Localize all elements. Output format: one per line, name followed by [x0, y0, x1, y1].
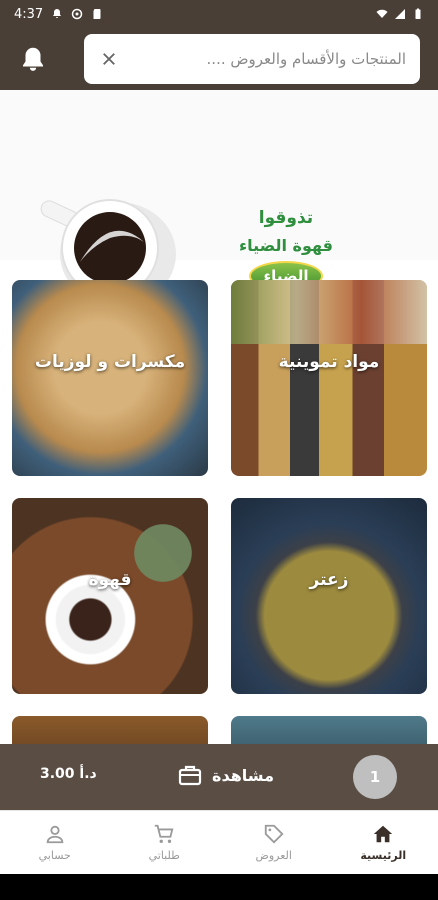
- settings-status-icon: [71, 8, 83, 20]
- category-label: مكسرات و لوزيات: [34, 352, 186, 372]
- nav-orders-label: طلباتي: [148, 849, 180, 862]
- status-time: 4:37: [14, 6, 44, 22]
- home-icon: [374, 825, 393, 843]
- cart-summary-bar[interactable]: 1 مشاهدة 3.00 د.أ: [0, 744, 438, 810]
- signal-icon: [395, 9, 405, 19]
- nav-account-label: حسابي: [38, 849, 71, 862]
- view-cart-label: مشاهدة: [212, 765, 274, 785]
- nav-offers-label: العروض: [255, 849, 292, 862]
- category-label: قهوة: [88, 570, 132, 590]
- nav-account[interactable]: حسابي: [0, 811, 110, 874]
- app-header: المنتجات والأقسام والعروض ....: [0, 28, 438, 90]
- search-bar[interactable]: المنتجات والأقسام والعروض ....: [84, 34, 420, 84]
- category-label: زعتر: [309, 570, 349, 590]
- cart-item-count: 1: [353, 755, 397, 799]
- system-gesture-bar: [0, 874, 438, 900]
- sd-card-icon: [93, 9, 101, 19]
- category-card-zaatar[interactable]: زعتر: [231, 498, 427, 694]
- person-icon: [46, 825, 64, 844]
- cart-icon: [155, 824, 174, 843]
- category-card-groceries[interactable]: مواد تموينية: [231, 280, 427, 476]
- clear-search-icon[interactable]: [98, 48, 120, 70]
- view-cart-button[interactable]: مشاهدة: [178, 764, 274, 786]
- basket-icon: [178, 765, 202, 786]
- notification-bell-icon: [53, 9, 62, 18]
- nav-orders[interactable]: طلباتي: [110, 811, 220, 874]
- promo-banner[interactable]: تذوقوا قهوة الضياء الضياء: [0, 90, 438, 306]
- status-bar: 4:37: [0, 0, 438, 28]
- tag-icon: [264, 824, 284, 844]
- banner-tagline: تذوقوا: [258, 208, 314, 228]
- banner-product-name: قهوة الضياء: [238, 236, 334, 255]
- battery-icon: [415, 8, 421, 19]
- category-card-nuts[interactable]: مكسرات و لوزيات: [12, 280, 208, 476]
- cart-total: 3.00 د.أ: [40, 766, 97, 782]
- category-card-coffee[interactable]: قهوة: [12, 498, 208, 694]
- banner-text: تذوقوا قهوة الضياء الضياء: [226, 208, 346, 291]
- nav-home-label: الرئيسية: [360, 849, 407, 862]
- notifications-bell-icon[interactable]: [18, 44, 48, 74]
- category-label: مواد تموينية: [278, 352, 380, 372]
- bottom-navigation: حسابي طلباتي العروض الرئيسية: [0, 810, 438, 874]
- wifi-icon: [376, 9, 388, 18]
- nav-home[interactable]: الرئيسية: [329, 811, 438, 874]
- nav-offers[interactable]: العروض: [219, 811, 329, 874]
- search-input[interactable]: المنتجات والأقسام والعروض ....: [207, 50, 406, 68]
